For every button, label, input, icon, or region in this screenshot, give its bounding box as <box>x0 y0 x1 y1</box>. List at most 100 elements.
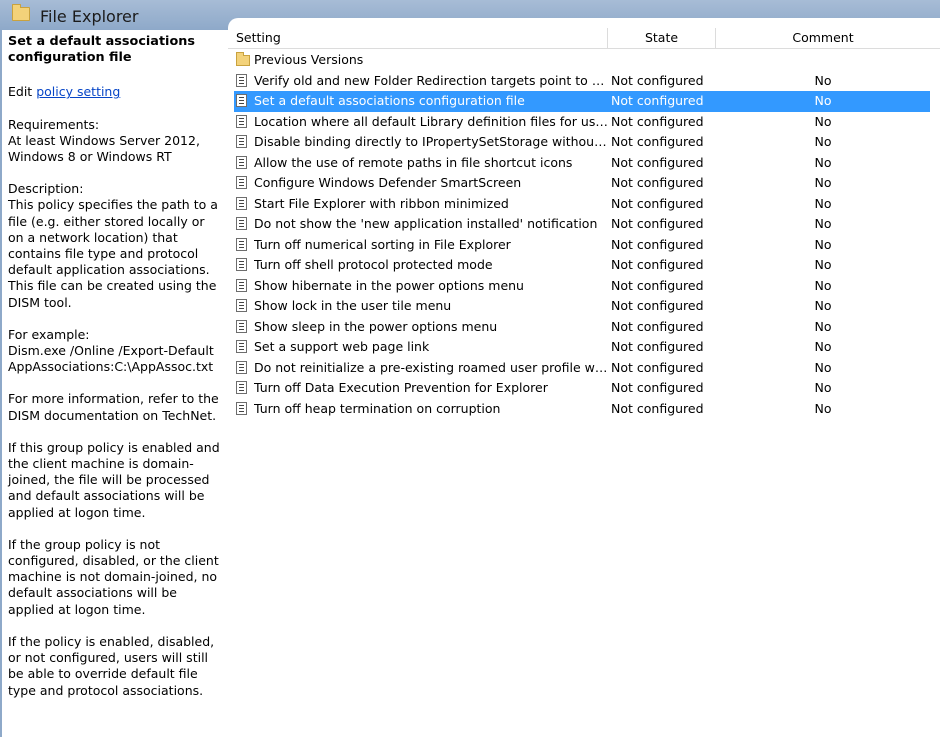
policy-doc-icon <box>236 196 249 211</box>
table-row[interactable]: Previous Versions <box>234 50 930 71</box>
policy-doc-icon <box>236 258 249 272</box>
table-row[interactable]: Location where all default Library defin… <box>234 112 930 133</box>
policy-doc-icon <box>236 360 249 375</box>
edit-prefix: Edit <box>8 84 37 100</box>
state-column-header[interactable]: State <box>608 28 716 48</box>
comment-value: No <box>814 236 832 252</box>
policy-doc-icon <box>236 278 249 293</box>
comment-value: No <box>814 257 832 272</box>
state-value: Not configured <box>611 277 704 293</box>
policy-doc-icon <box>236 114 249 129</box>
setting-name: Turn off shell protocol protected mode <box>254 257 493 272</box>
comment-value: No <box>814 400 832 416</box>
comment-value: No <box>814 216 832 231</box>
setting-name: Do not show the 'new application install… <box>254 216 598 231</box>
comment-value: No <box>814 359 832 375</box>
table-row[interactable]: Do not show the 'new application install… <box>234 214 930 235</box>
setting-name: Turn off Data Execution Prevention for E… <box>254 380 548 395</box>
comment-value: No <box>814 175 832 190</box>
settings-list: Previous Versions Verify old and new Fold… <box>234 50 930 419</box>
policy-doc-icon <box>236 319 249 334</box>
state-value: Not configured <box>611 195 704 211</box>
table-row[interactable]: Turn off heap termination on corruption N… <box>234 399 930 420</box>
setting-name: Allow the use of remote paths in file sh… <box>254 154 573 170</box>
setting-name: Disable binding directly to IPropertySet… <box>254 134 608 149</box>
table-row[interactable]: Disable binding directly to IPropertySet… <box>234 132 930 153</box>
setting-name: Start File Explorer with ribbon minimize… <box>254 195 509 211</box>
table-row[interactable]: Verify old and new Folder Redirection ta… <box>234 71 930 92</box>
policy-doc-icon <box>236 135 249 149</box>
state-value: Not configured <box>611 298 704 313</box>
state-value: Not configured <box>611 113 704 129</box>
policy-doc-icon <box>236 94 249 108</box>
requirements-text: Requirements: At least Windows Server 20… <box>8 116 200 165</box>
comment-value: No <box>814 134 832 149</box>
setting-name: Set a default associations configuration… <box>254 93 525 108</box>
policy-doc-icon <box>236 299 249 313</box>
comment-value: No <box>814 93 832 108</box>
policy-doc-icon <box>236 73 249 88</box>
table-row[interactable]: Set a support web page link Not configure… <box>234 337 930 358</box>
state-value: Not configured <box>611 257 704 272</box>
setting-name: Turn off heap termination on corruption <box>254 400 501 416</box>
policy-doc-icon <box>236 340 249 354</box>
comment-value: No <box>814 154 832 170</box>
override-text: If the policy is enabled, disabled, or n… <box>8 633 215 698</box>
table-row[interactable]: Show lock in the user tile menu Not confi… <box>234 296 930 317</box>
policy-doc-icon <box>236 401 249 416</box>
setting-column-header[interactable]: Setting <box>232 28 608 48</box>
state-value: Not configured <box>611 400 704 416</box>
table-row[interactable]: Turn off numerical sorting in File Explo… <box>234 235 930 256</box>
comment-value: No <box>814 339 832 354</box>
table-row[interactable]: Do not reinitialize a pre-existing roame… <box>234 358 930 379</box>
policy-doc-icon <box>236 217 249 231</box>
table-row[interactable]: Start File Explorer with ribbon minimize… <box>234 194 930 215</box>
not-configured-text: If the group policy is not configured, d… <box>8 536 219 617</box>
setting-name: Configure Windows Defender SmartScreen <box>254 175 522 190</box>
policy-setting-link[interactable]: policy setting <box>36 84 120 99</box>
table-row[interactable]: Show hibernate in the power options menu… <box>234 276 930 297</box>
more-info-text: For more information, refer to the DISM … <box>8 391 219 423</box>
state-value: Not configured <box>611 154 704 170</box>
comment-value: No <box>814 318 832 334</box>
setting-name: Show lock in the user tile menu <box>254 298 452 313</box>
example-text: For example: Dism.exe /Online /Export-De… <box>8 326 214 375</box>
setting-name: Verify old and new Folder Redirection ta… <box>254 72 608 88</box>
state-value: Not configured <box>611 318 704 334</box>
table-row[interactable]: Set a default associations configuration… <box>234 91 930 112</box>
comment-value: No <box>814 298 832 313</box>
column-header-row: Setting State Comment <box>228 28 940 49</box>
comment-value: No <box>814 380 832 395</box>
setting-name: Set a support web page link <box>254 339 430 354</box>
policy-doc-icon <box>236 176 249 190</box>
state-value: Not configured <box>611 236 704 252</box>
folder-icon <box>236 52 250 67</box>
comment-value: No <box>814 113 832 129</box>
state-value: Not configured <box>611 339 704 354</box>
state-value: Not configured <box>611 175 704 190</box>
table-row[interactable]: Allow the use of remote paths in file sh… <box>234 153 930 174</box>
table-row[interactable]: Configure Windows Defender SmartScreen No… <box>234 173 930 194</box>
comment-value: No <box>814 72 832 88</box>
extended-description-pane: Set a default associations configuration… <box>0 30 228 737</box>
policy-title: Set a default associations configuration… <box>8 34 195 66</box>
state-value: Not configured <box>611 359 704 375</box>
setting-name: Do not reinitialize a pre-existing roame… <box>254 359 608 375</box>
setting-name: Show sleep in the power options menu <box>254 318 498 334</box>
table-row[interactable]: Turn off Data Execution Prevention for E… <box>234 378 930 399</box>
description-text: Description: This policy specifies the p… <box>8 181 218 310</box>
table-row[interactable]: Show sleep in the power options menu Not … <box>234 317 930 338</box>
state-value: Not configured <box>611 134 704 149</box>
setting-name: Show hibernate in the power options menu <box>254 277 524 293</box>
policy-doc-icon <box>236 381 249 395</box>
setting-name: Turn off numerical sorting in File Explo… <box>254 236 511 252</box>
policy-doc-icon <box>236 155 249 170</box>
comment-value: No <box>814 277 832 293</box>
table-row[interactable]: Turn off shell protocol protected mode No… <box>234 255 930 276</box>
edit-line: Edit policy setting <box>8 84 222 100</box>
folder-icon <box>12 4 30 21</box>
state-value: Not configured <box>611 93 704 108</box>
state-value: Not configured <box>611 216 704 231</box>
comment-column-header[interactable]: Comment <box>716 28 930 48</box>
setting-name: Location where all default Library defin… <box>254 113 608 129</box>
